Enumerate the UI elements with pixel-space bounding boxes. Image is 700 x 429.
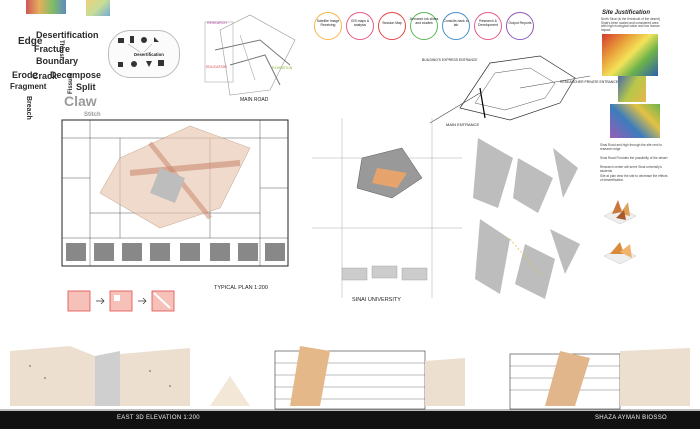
typical-plan-label: TYPICAL PLAN 1:200	[214, 285, 268, 291]
site-note-4: Site at plan view the site to decrease t…	[600, 174, 668, 182]
word-fracture: Fracture	[34, 44, 71, 54]
site-note-1: Sinai Road and high through the site nex…	[600, 143, 663, 151]
process-step-4-label: Demand: ink slides and studies	[409, 17, 439, 25]
desertification-icons	[118, 36, 164, 67]
researcher-entrance-label: RESEARCHER PRIVATE ENTRANCE	[560, 80, 619, 84]
word-split: Split	[76, 82, 96, 92]
process-step-2-label: GIS maps & analysis	[350, 19, 370, 27]
site-plan	[312, 118, 462, 298]
elevation-label: EAST 3D ELEVATION 1:200	[117, 415, 200, 421]
process-step-5-label: Consults back to lab	[443, 19, 469, 27]
satellite-map-detail-2	[610, 104, 660, 138]
process-step-3-label: Session Map	[382, 21, 402, 25]
top-map-thumbnail-2	[86, 0, 110, 16]
research-zone-label: RESEARCH	[207, 21, 227, 25]
main-road-label: MAIN ROAD	[240, 97, 269, 103]
site-justification-text: North Sinai (is the threshold of the des…	[601, 17, 660, 33]
site-note-2: Sinai Road Provides the possibility of t…	[600, 156, 668, 160]
massing-render-2	[603, 242, 637, 265]
plan-evolution-diagrams	[67, 290, 175, 312]
process-step-6-label: Research & Development	[478, 19, 498, 27]
satellite-map	[602, 34, 658, 76]
massing-render-1	[603, 200, 637, 225]
fragment-plan-lower	[475, 219, 580, 299]
process-step-1-label: Satellite Image Receiving	[316, 19, 340, 27]
site-note-3: Research center will serve Sinai univers…	[600, 165, 662, 173]
building-entrance-label: BUILDING'S EXPRESS ENTRANCE	[422, 58, 478, 62]
satellite-map-detail	[618, 76, 646, 102]
word-fissure: Fissure	[68, 72, 74, 94]
site-justification-title: Site Justification	[602, 10, 651, 16]
process-step-7-label: Output Reports	[508, 21, 532, 25]
word-decompose: Decompose	[50, 70, 102, 80]
word-fragment: Fragment	[10, 82, 47, 91]
word-claw: Claw	[64, 93, 97, 109]
word-boundary: Boundary	[36, 56, 79, 66]
word-desertification: Desertification	[36, 30, 99, 40]
sinai-university-label: SINAI UNIVERSITY	[352, 297, 401, 303]
top-map-thumbnail	[26, 0, 66, 14]
word-thrust: Thrust	[58, 40, 64, 59]
process-step-7	[506, 12, 534, 40]
sections-elevations	[0, 346, 700, 411]
process-step-3	[378, 12, 406, 40]
typical-floor-plan	[61, 119, 289, 267]
exhibition-zone-label: EXHIBITION	[272, 66, 293, 70]
education-zone-label: EDUCATION	[206, 65, 227, 69]
author-name: SHAZA AYMAN BIOSSO	[595, 415, 667, 421]
word-breach: Breach	[25, 96, 32, 120]
footer-bar: EAST 3D ELEVATION 1:200 SHAZA AYMAN BIOS…	[0, 411, 700, 429]
fragment-plan-upper	[473, 138, 578, 213]
